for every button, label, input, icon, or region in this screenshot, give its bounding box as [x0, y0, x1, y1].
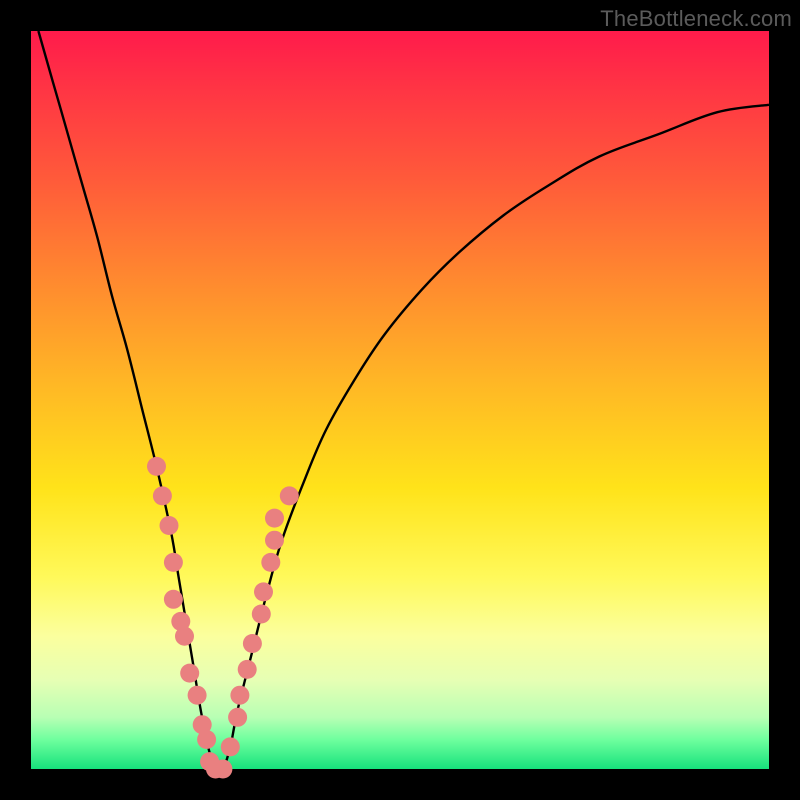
marker-dot	[164, 553, 183, 572]
marker-dot	[243, 634, 262, 653]
marker-dot	[254, 582, 273, 601]
marker-dot	[147, 457, 166, 476]
marker-dot	[197, 730, 216, 749]
chart-stage: TheBottleneck.com	[0, 0, 800, 800]
marker-dot	[221, 737, 240, 756]
marker-dot	[252, 605, 271, 624]
marker-dot	[265, 509, 284, 528]
marker-dot	[265, 531, 284, 550]
marker-dot	[175, 627, 194, 646]
marker-dot	[188, 686, 207, 705]
curve-svg	[31, 31, 769, 769]
marker-dot	[280, 486, 299, 505]
marker-dot	[213, 760, 232, 779]
marker-dot	[160, 516, 179, 535]
v-curve	[38, 31, 769, 772]
marker-dot	[180, 664, 199, 683]
plot-area	[31, 31, 769, 769]
marker-dot	[228, 708, 247, 727]
markers-group	[147, 457, 299, 779]
marker-dot	[230, 686, 249, 705]
marker-dot	[164, 590, 183, 609]
marker-dot	[238, 660, 257, 679]
watermark-text: TheBottleneck.com	[600, 6, 792, 32]
marker-dot	[261, 553, 280, 572]
marker-dot	[153, 486, 172, 505]
